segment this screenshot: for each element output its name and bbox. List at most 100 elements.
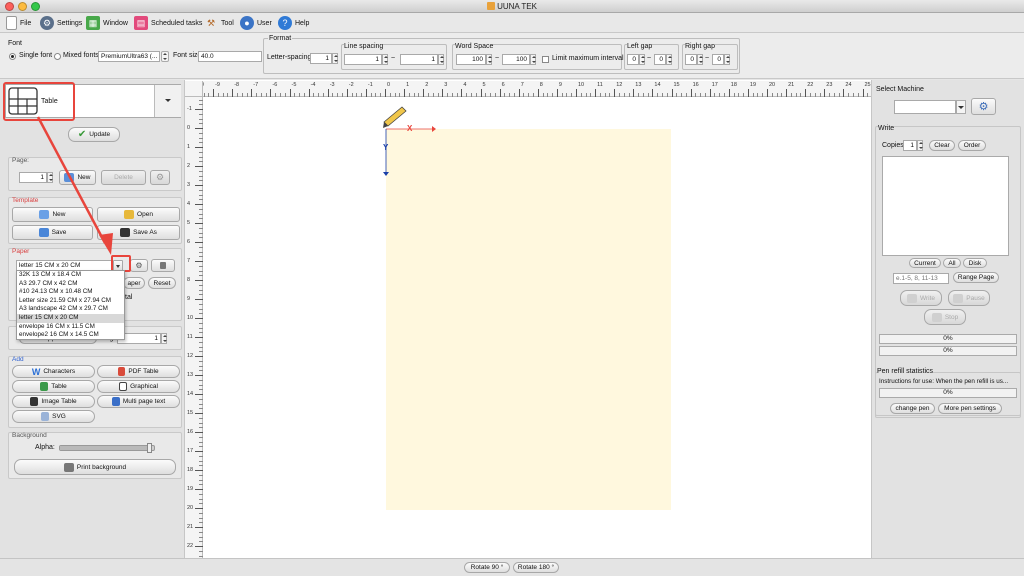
line-spacing-from-input[interactable]: 1 (344, 54, 382, 65)
alpha-slider-track[interactable] (59, 443, 155, 453)
maximize-window-icon[interactable] (31, 2, 40, 11)
pause-button[interactable]: Pause (948, 290, 990, 306)
word-space-to-spinner[interactable] (530, 54, 536, 65)
alpha-slider-thumb[interactable] (147, 443, 153, 453)
print-background-button[interactable]: Print background (14, 459, 176, 475)
minimize-window-icon[interactable] (18, 2, 27, 11)
order-button[interactable]: Order (958, 140, 986, 151)
limit-interval-checkbox[interactable] (542, 56, 549, 63)
left-gap-to-spinner[interactable] (666, 54, 672, 65)
ruler-minor-tick (217, 93, 219, 97)
ruler-label: 1 (406, 82, 410, 88)
menu-user[interactable]: ● User (240, 15, 272, 31)
ruler-label: 15 (187, 410, 194, 416)
paper-size-option[interactable]: letter 15 CM x 20 CM (17, 313, 124, 323)
add-graphical-button[interactable]: Graphical (97, 380, 180, 393)
menu-settings[interactable]: ⚙ Settings (40, 15, 82, 31)
machine-settings-button[interactable]: ⚙ (971, 98, 996, 115)
ruler-minor-tick (199, 379, 203, 381)
current-button[interactable]: Current (909, 258, 941, 268)
left-gap-to-input[interactable]: 0 (654, 54, 666, 65)
mixed-fonts-radio[interactable] (54, 53, 61, 60)
all-button[interactable]: All (943, 258, 961, 268)
line-spacing-to-spinner[interactable] (438, 54, 444, 65)
word-space-from-input[interactable]: 100 (456, 54, 486, 65)
left-gap-from-spinner[interactable] (639, 54, 645, 65)
add-pdf-table-button[interactable]: PDF Table (97, 365, 180, 378)
ruler-minor-tick (313, 93, 315, 97)
machine-select-arrow[interactable] (956, 100, 966, 114)
add-multi-page-text-button[interactable]: Multi page text (97, 395, 180, 408)
paper-size-option[interactable]: A3 landscape 42 CM x 29.7 CM (17, 305, 124, 314)
ruler-minor-tick (199, 118, 203, 120)
copies-input[interactable]: 1 (903, 140, 917, 151)
ruler-minor-tick (199, 161, 203, 163)
add-image-table-button[interactable]: Image Table (12, 395, 95, 408)
write-queue-list[interactable] (882, 156, 1009, 256)
paper-size-option[interactable]: Letter size 21.59 CM x 27.94 CM (17, 297, 124, 306)
menu-tool[interactable]: ⚒ Tool (204, 15, 234, 31)
ruler-minor-tick (256, 93, 258, 97)
paper-sheet[interactable] (386, 129, 671, 510)
rotate-180-button[interactable]: Rotate 180 ° (513, 562, 559, 573)
left-gap-from-input[interactable]: 0 (627, 54, 639, 65)
hammer-icon: ⚒ (206, 17, 216, 28)
change-pen-button[interactable]: change pen (890, 403, 935, 414)
ruler-minor-tick (719, 93, 721, 97)
paper-button[interactable]: aper (123, 277, 145, 289)
line-spacing-from-spinner[interactable] (382, 54, 388, 65)
ruler-minor-tick (829, 93, 831, 97)
ruler-minor-tick (485, 93, 487, 97)
paper-size-option[interactable]: #10 24.13 CM x 10.48 CM (17, 288, 124, 297)
add-svg-button[interactable]: SVG (12, 410, 95, 423)
batch-page-spinner[interactable] (161, 333, 167, 344)
letter-spacing-input[interactable]: 1 (310, 53, 332, 64)
word-space-to-input[interactable]: 100 (502, 54, 530, 65)
font-select[interactable]: PremiumUltra63 (... (98, 51, 160, 62)
more-pen-settings-button[interactable]: More pen settings (938, 403, 1002, 414)
stop-button[interactable]: Stop (924, 309, 966, 325)
line-spacing-to-input[interactable]: 1 (400, 54, 438, 65)
letter-spacing-spinner[interactable] (332, 53, 338, 64)
paper-size-option[interactable]: envelope 16 CM x 11.5 CM (17, 323, 124, 332)
machine-select[interactable] (894, 100, 956, 114)
paper-size-option[interactable]: A3 29.7 CM x 42 CM (17, 280, 124, 289)
range-page-button[interactable]: Range Page (953, 272, 999, 283)
ruler-minor-tick (733, 93, 735, 97)
menu-scheduled-tasks[interactable]: ▤ Scheduled tasks (134, 15, 202, 31)
disk-button[interactable]: Disk (963, 258, 987, 268)
save-as-icon (120, 228, 131, 237)
rotate-90-button[interactable]: Rotate 90 ° (464, 562, 510, 573)
paper-settings-button[interactable]: ⚙ (130, 259, 148, 272)
add-table-button[interactable]: Table (12, 380, 95, 393)
right-gap-to-input[interactable]: 0 (712, 54, 724, 65)
ruler-minor-tick (599, 93, 601, 97)
add-characters-button[interactable]: W Characters (12, 365, 95, 378)
right-gap-to-spinner[interactable] (724, 54, 730, 65)
reset-button[interactable]: Reset (148, 277, 176, 289)
right-gap-from-spinner[interactable] (697, 54, 703, 65)
font-select-arrow-icon[interactable] (161, 51, 169, 62)
ruler-minor-tick (542, 93, 544, 97)
ruler-tick (499, 89, 501, 97)
copies-spinner[interactable] (917, 140, 923, 151)
template-selector-arrow[interactable] (154, 85, 181, 117)
right-gap-from-input[interactable]: 0 (685, 54, 697, 65)
write-button[interactable]: Write (900, 290, 942, 306)
ruler-label: -6 (272, 82, 278, 88)
paper-delete-button[interactable] (151, 259, 175, 272)
close-window-icon[interactable] (5, 2, 14, 11)
word-space-from-spinner[interactable] (486, 54, 492, 65)
clear-button[interactable]: Clear (929, 140, 955, 151)
menu-file[interactable]: File (6, 15, 31, 31)
menu-help[interactable]: ? Help (278, 15, 309, 31)
page-settings-button[interactable]: ⚙ (150, 170, 170, 185)
paper-size-option[interactable]: 32K 13 CM x 18.4 CM (17, 271, 124, 280)
range-input[interactable] (893, 273, 949, 284)
origin-axes (383, 106, 436, 176)
font-size-input[interactable]: 40.0 (198, 51, 262, 62)
ruler-tick (843, 89, 845, 97)
menu-window[interactable]: ▦ Window (86, 15, 128, 31)
single-font-radio[interactable] (9, 53, 16, 60)
paper-size-option[interactable]: envelope2 16 CM x 14.5 CM (17, 331, 124, 340)
